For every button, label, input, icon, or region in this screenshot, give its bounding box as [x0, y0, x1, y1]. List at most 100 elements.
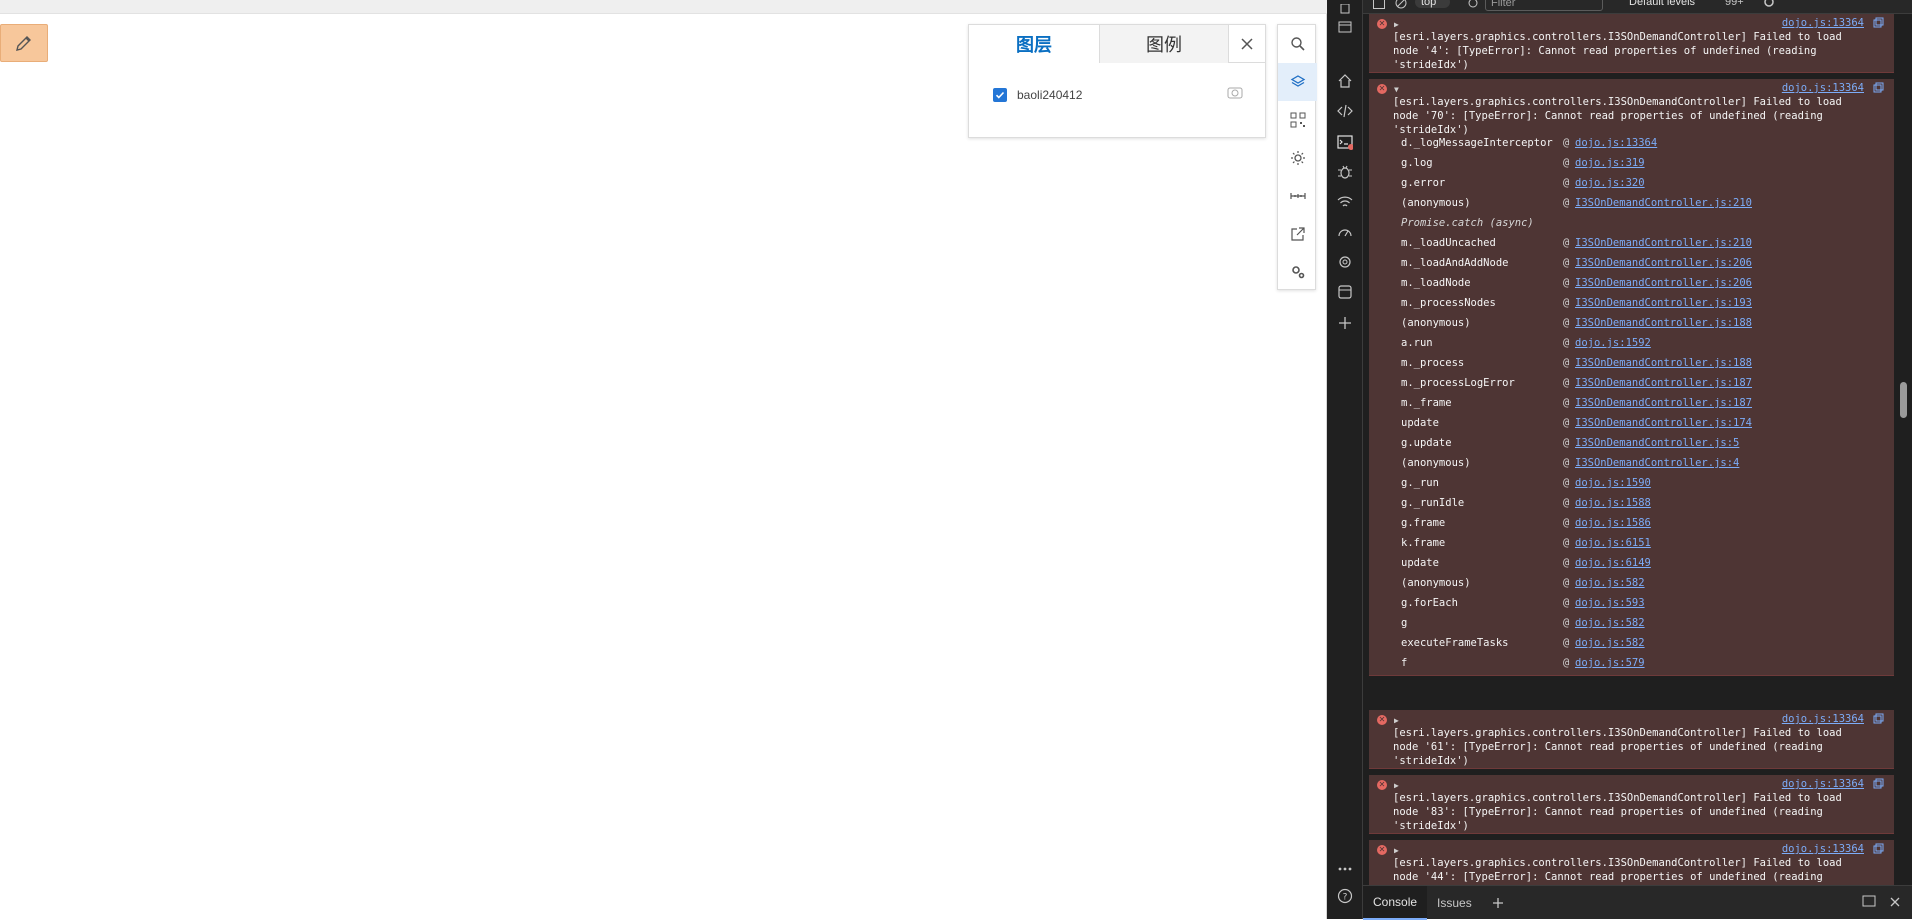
stack-source-link[interactable]: I3SOnDemandController.js:210	[1575, 196, 1752, 210]
console-icon[interactable]	[1336, 133, 1354, 151]
close-drawer-icon[interactable]	[1890, 896, 1900, 910]
stack-source-link[interactable]: I3SOnDemandController.js:5	[1575, 436, 1739, 450]
source-link[interactable]: dojo.js:13364	[1782, 712, 1864, 726]
stack-trace: d._logMessageInterceptor @ dojo.js:13364 g.…	[1401, 133, 1871, 673]
copy-icon[interactable]	[1873, 778, 1884, 793]
stack-function: m._loadAndAddNode	[1401, 257, 1509, 269]
stack-frame: executeFrameTasks @ dojo.js:582	[1401, 633, 1871, 653]
stack-source-link[interactable]: dojo.js:582	[1575, 616, 1645, 630]
context-selector[interactable]: top	[1415, 0, 1451, 8]
memory-icon[interactable]	[1336, 253, 1354, 271]
copy-icon[interactable]	[1873, 843, 1884, 858]
source-link[interactable]: dojo.js:13364	[1782, 842, 1864, 856]
stack-source-link[interactable]: I3SOnDemandController.js:187	[1575, 376, 1752, 390]
stack-frame: (anonymous) @ I3SOnDemandController.js:188	[1401, 313, 1871, 333]
stack-frame: g._runIdle @ dojo.js:1588	[1401, 493, 1871, 513]
tab-layers[interactable]: 图层	[969, 25, 1099, 63]
live-expression-icon[interactable]	[1467, 0, 1479, 12]
device-toggle-icon[interactable]	[1336, 0, 1354, 18]
issues-counter[interactable]: 99+	[1725, 0, 1744, 8]
help-icon[interactable]: ?	[1336, 887, 1354, 905]
stack-source-link[interactable]: dojo.js:6149	[1575, 556, 1651, 570]
stack-source-link[interactable]: I3SOnDemandController.js:193	[1575, 296, 1752, 310]
stack-at: @	[1563, 617, 1570, 629]
console-settings-icon[interactable]	[1763, 0, 1775, 11]
message-text: [esri.layers.graphics.controllers.I3SOnD…	[1393, 727, 1849, 767]
stack-function: m._processNodes	[1401, 297, 1496, 309]
stack-source-link[interactable]: dojo.js:1588	[1575, 496, 1651, 510]
stack-function: (anonymous)	[1401, 457, 1471, 469]
add-tab-icon[interactable]	[1482, 886, 1514, 920]
clear-console-icon[interactable]	[1395, 0, 1407, 12]
wifi-icon[interactable]	[1336, 193, 1354, 211]
qrcode-tool[interactable]	[1278, 101, 1317, 139]
copy-icon[interactable]	[1873, 82, 1884, 97]
stack-function: d._logMessageInterceptor	[1401, 137, 1553, 149]
layer-options-icon[interactable]	[1227, 86, 1245, 105]
stack-source-link[interactable]: dojo.js:319	[1575, 156, 1645, 170]
stack-source-link[interactable]: dojo.js:579	[1575, 656, 1645, 670]
tab-legend[interactable]: 图例	[1099, 25, 1229, 63]
stack-source-link[interactable]: dojo.js:13364	[1575, 136, 1657, 150]
message-text: [esri.layers.graphics.controllers.I3SOnD…	[1393, 96, 1849, 136]
console-error-message[interactable]: ✕ ▶ dojo.js:13364 [esri.layers.graphics.…	[1369, 14, 1894, 73]
tab-console[interactable]: Console	[1363, 885, 1428, 920]
tab-issues[interactable]: Issues	[1427, 886, 1482, 920]
console-error-message[interactable]: ✕ ▶ dojo.js:13364 [esri.layers.graphics.…	[1369, 840, 1894, 885]
filter-input[interactable]: Filter	[1485, 0, 1603, 11]
console-error-message[interactable]: ✕ ▶ dojo.js:13364 [esri.layers.graphics.…	[1369, 775, 1894, 834]
console-error-message[interactable]: ✕ ▶ dojo.js:13364 [esri.layers.graphics.…	[1369, 710, 1894, 769]
stack-source-link[interactable]: I3SOnDemandController.js:187	[1575, 396, 1752, 410]
stack-source-link[interactable]: dojo.js:1590	[1575, 476, 1651, 490]
stack-source-link[interactable]: I3SOnDemandController.js:188	[1575, 356, 1752, 370]
sun-icon	[1290, 151, 1305, 165]
dock-icon[interactable]	[1336, 18, 1354, 36]
more-options-icon[interactable]	[1336, 860, 1354, 878]
stack-source-link[interactable]: I3SOnDemandController.js:188	[1575, 316, 1752, 330]
bug-icon[interactable]	[1336, 163, 1354, 181]
stack-source-link[interactable]: I3SOnDemandController.js:210	[1575, 236, 1752, 250]
console-scrollbar[interactable]	[1897, 14, 1910, 885]
stack-function: g.forEach	[1401, 597, 1458, 609]
stack-source-link[interactable]: dojo.js:593	[1575, 596, 1645, 610]
stack-source-link[interactable]: dojo.js:6151	[1575, 536, 1651, 550]
map-view[interactable]: 图层 图例 baoli240412	[0, 0, 1327, 919]
elements-icon[interactable]	[1336, 102, 1354, 120]
stack-frame: g.forEach @ dojo.js:593	[1401, 593, 1871, 613]
source-link[interactable]: dojo.js:13364	[1782, 16, 1864, 30]
home-icon[interactable]	[1336, 72, 1354, 90]
settings-tool[interactable]	[1278, 253, 1317, 291]
layers-tool[interactable]	[1278, 63, 1317, 101]
sidebar-toggle-icon[interactable]	[1373, 0, 1385, 12]
stack-source-link[interactable]: I3SOnDemandController.js:4	[1575, 456, 1739, 470]
stack-at: @	[1563, 457, 1570, 469]
stack-source-link[interactable]: dojo.js:582	[1575, 636, 1645, 650]
stack-source-link[interactable]: dojo.js:582	[1575, 576, 1645, 590]
stack-frame: k.frame @ dojo.js:6151	[1401, 533, 1871, 553]
application-icon[interactable]	[1336, 283, 1354, 301]
levels-dropdown[interactable]: Default levels	[1629, 0, 1695, 8]
stack-source-link[interactable]: dojo.js:1586	[1575, 516, 1651, 530]
source-link[interactable]: dojo.js:13364	[1782, 777, 1864, 791]
copy-icon[interactable]	[1873, 17, 1884, 32]
more-tools-icon[interactable]	[1336, 314, 1354, 332]
scrollbar-thumb[interactable]	[1900, 382, 1907, 418]
lighting-tool[interactable]	[1278, 139, 1317, 177]
stack-source-link[interactable]: dojo.js:1592	[1575, 336, 1651, 350]
copy-icon[interactable]	[1873, 713, 1884, 728]
layer-visibility-checkbox[interactable]	[993, 88, 1007, 102]
search-tool[interactable]	[1278, 25, 1317, 63]
share-tool[interactable]	[1278, 215, 1317, 253]
source-link[interactable]: dojo.js:13364	[1782, 81, 1864, 95]
performance-icon[interactable]	[1336, 223, 1354, 241]
close-button[interactable]	[1229, 25, 1265, 63]
edit-button[interactable]	[0, 24, 48, 62]
stack-source-link[interactable]: I3SOnDemandController.js:174	[1575, 416, 1752, 430]
dock-drawer-icon[interactable]	[1862, 895, 1876, 910]
stack-source-link[interactable]: I3SOnDemandController.js:206	[1575, 276, 1752, 290]
stack-source-link[interactable]: I3SOnDemandController.js:206	[1575, 256, 1752, 270]
stack-source-link[interactable]: dojo.js:320	[1575, 176, 1645, 190]
measure-tool[interactable]	[1278, 177, 1317, 215]
console-error-message-expanded[interactable]: ✕ ▼ dojo.js:13364 [esri.layers.graphics.…	[1369, 79, 1894, 676]
error-icon: ✕	[1377, 19, 1387, 29]
